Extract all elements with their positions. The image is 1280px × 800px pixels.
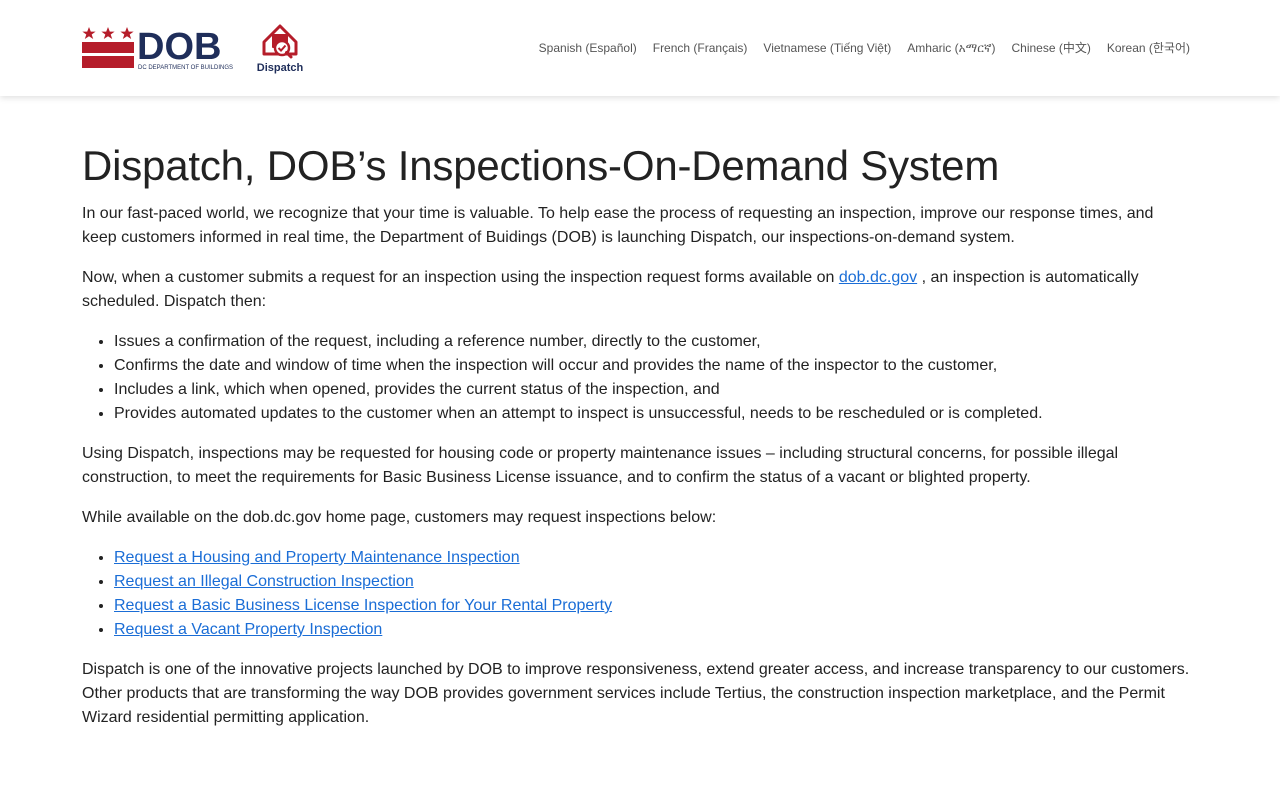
svg-text:Dispatch: Dispatch	[257, 62, 304, 74]
svg-text:DOB: DOB	[137, 26, 221, 68]
lang-link-korean[interactable]: Korean (한국어)	[1107, 40, 1190, 56]
dispatch-features-list: Issues a confirmation of the request, in…	[82, 330, 1192, 426]
main-content: Dispatch, DOB’s Inspections-On-Demand Sy…	[82, 140, 1192, 746]
request-paragraph: Now, when a customer submits a request f…	[82, 266, 1192, 314]
intro-paragraph: In our fast-paced world, we recognize th…	[82, 205, 1154, 246]
list-item: Request a Basic Business License Inspect…	[114, 594, 1192, 618]
request-housing-inspection-link[interactable]: Request a Housing and Property Maintenan…	[114, 549, 520, 566]
request-business-license-inspection-link[interactable]: Request a Basic Business License Inspect…	[114, 597, 612, 614]
language-nav: Spanish (Español) French (Français) Viet…	[539, 40, 1190, 56]
dob-site-link[interactable]: dob.dc.gov	[839, 269, 917, 286]
request-illegal-construction-inspection-link[interactable]: Request an Illegal Construction Inspecti…	[114, 573, 414, 590]
list-item: Request a Housing and Property Maintenan…	[114, 546, 1192, 570]
lang-link-chinese[interactable]: Chinese (中文)	[1011, 40, 1090, 56]
site-header: DOB DC DEPARTMENT OF BUILDINGS Dispatch …	[0, 0, 1280, 96]
svg-text:DC DEPARTMENT OF BUILDINGS: DC DEPARTMENT OF BUILDINGS	[138, 65, 233, 71]
list-item: Request an Illegal Construction Inspecti…	[114, 570, 1192, 594]
list-item: Request a Vacant Property Inspection	[114, 618, 1192, 642]
list-item: Confirms the date and window of time whe…	[114, 354, 1192, 378]
usage-paragraph: Using Dispatch, inspections may be reque…	[82, 445, 1119, 486]
page-title: Dispatch, DOB’s Inspections-On-Demand Sy…	[82, 142, 1000, 189]
dispatch-logo[interactable]: Dispatch	[256, 22, 304, 74]
list-item: Provides automated updates to the custom…	[114, 402, 1192, 426]
lang-link-amharic[interactable]: Amharic (አማርኛ)	[907, 40, 995, 56]
closing-paragraph: Dispatch is one of the innovative projec…	[82, 661, 1190, 726]
dob-logo[interactable]: DOB DC DEPARTMENT OF BUILDINGS	[82, 26, 242, 72]
lang-link-vietnamese[interactable]: Vietnamese (Tiếng Việt)	[763, 40, 891, 56]
availability-paragraph: While available on the dob.dc.gov home p…	[82, 509, 717, 526]
list-item: Issues a confirmation of the request, in…	[114, 330, 1192, 354]
request-vacant-property-inspection-link[interactable]: Request a Vacant Property Inspection	[114, 621, 382, 638]
list-item: Includes a link, which when opened, prov…	[114, 378, 1192, 402]
request-paragraph-text-before: Now, when a customer submits a request f…	[82, 269, 839, 286]
lang-link-french[interactable]: French (Français)	[653, 40, 748, 56]
request-links-list: Request a Housing and Property Maintenan…	[82, 546, 1192, 642]
lang-link-spanish[interactable]: Spanish (Español)	[539, 40, 637, 56]
